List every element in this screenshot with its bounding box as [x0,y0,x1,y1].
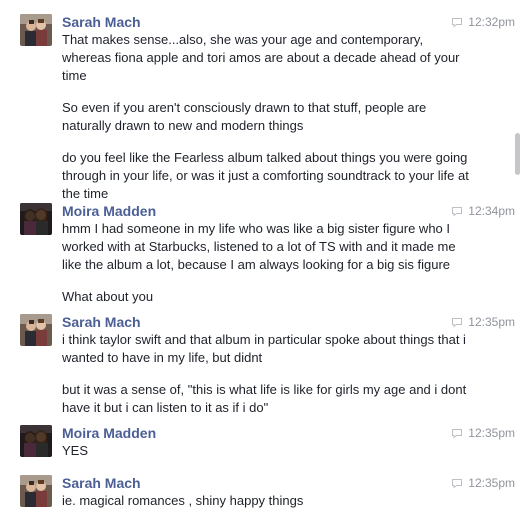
message-text: YES [62,443,89,458]
message-text: That makes sense...also, she was your ag… [62,32,460,83]
message-group: Sarah Mach 12:32pm That makes sense...al… [0,14,515,201]
message-text: but it was a sense of, "this is what lif… [62,382,467,415]
message-text: ie. magical romances , shiny happy thing… [62,493,304,508]
message-body: i think taylor swift and that album in p… [62,331,472,417]
timestamp: 12:32pm [451,14,515,30]
message-text: So even if you aren't consciously drawn … [62,100,427,133]
comment-bubble-icon [452,317,463,328]
sarah-avatar[interactable] [20,14,52,46]
comment-bubble-icon [452,17,463,28]
message-text: hmm I had someone in my life who was lik… [62,221,456,272]
timestamp: 12:35pm [451,475,515,491]
sender-name[interactable]: Moira Madden [62,203,156,219]
scrollbar-thumb[interactable] [515,133,520,175]
message-time: 12:34pm [468,204,515,218]
comment-bubble-icon [452,206,463,217]
moira-avatar[interactable] [20,425,52,457]
message-time: 12:32pm [468,15,515,29]
message-group: Moira Madden 12:35pm YES [0,425,515,461]
timestamp: 12:35pm [451,425,515,441]
message-group: Sarah Mach 12:35pm ie. magical romances … [0,475,515,511]
message-group: Moira Madden 12:34pm hmm I had someone i… [0,203,515,306]
message-time: 12:35pm [468,426,515,440]
message-time: 12:35pm [468,476,515,490]
sarah-avatar[interactable] [20,475,52,507]
sarah-avatar[interactable] [20,314,52,346]
moira-avatar[interactable] [20,203,52,235]
message-group: Sarah Mach 12:35pm i think taylor swift … [0,314,515,415]
message-time: 12:35pm [468,315,515,329]
message-text: What about you [62,289,154,304]
message-body: ie. magical romances , shiny happy thing… [62,492,472,510]
sender-name[interactable]: Moira Madden [62,425,156,441]
message-text: i think taylor swift and that album in p… [62,332,466,365]
timestamp: 12:35pm [451,314,515,330]
sender-name[interactable]: Sarah Mach [62,14,141,30]
message-body: That makes sense...also, she was your ag… [62,31,472,203]
message-body: YES [62,442,472,460]
message-body: hmm I had someone in my life who was lik… [62,220,472,306]
timestamp: 12:34pm [451,203,515,219]
sender-name[interactable]: Sarah Mach [62,314,141,330]
chat-thread: Sarah Mach 12:32pm That makes sense...al… [0,0,525,519]
comment-bubble-icon [452,478,463,489]
sender-name[interactable]: Sarah Mach [62,475,141,491]
message-text: do you feel like the Fearless album talk… [62,150,469,201]
comment-bubble-icon [452,428,463,439]
